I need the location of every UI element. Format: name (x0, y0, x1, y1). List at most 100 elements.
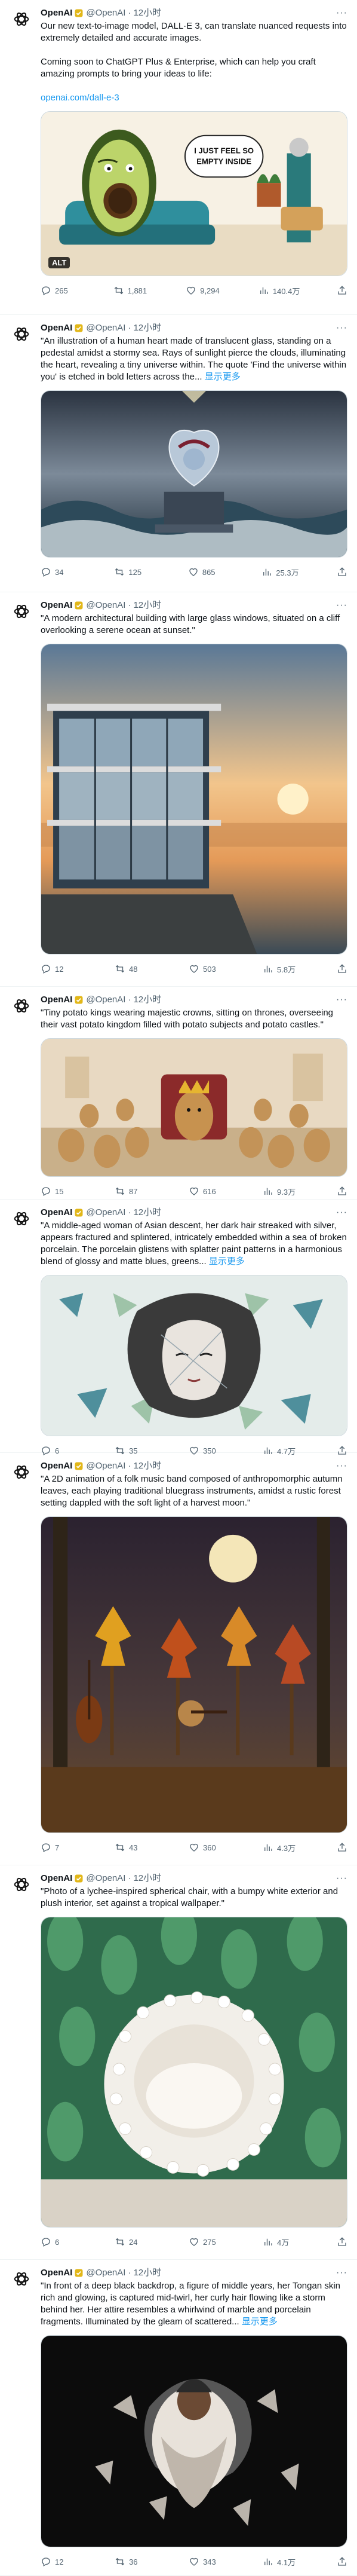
share-icon (338, 286, 346, 295)
show-more-link[interactable]: 显示更多 (209, 1256, 245, 1266)
retweet-button[interactable]: 36 (115, 2556, 150, 2567)
tweet-link[interactable]: openai.com/dall-e-3 (41, 93, 119, 103)
timestamp[interactable]: 12小时 (133, 1460, 161, 1472)
reply-button[interactable]: 6 (41, 2237, 76, 2247)
retweet-button[interactable]: 48 (115, 963, 150, 974)
avatar[interactable] (10, 2267, 33, 2291)
tweet-image[interactable] (41, 390, 347, 558)
avatar[interactable] (10, 1873, 33, 1896)
tweet-image[interactable] (41, 1275, 347, 1436)
more-options-icon[interactable]: ··· (336, 2267, 347, 2279)
share-button[interactable] (337, 567, 347, 577)
tweet[interactable]: OpenAI @OpenAI · 12小时 ··· "A middle-aged… (0, 1200, 357, 1456)
tweet-image[interactable] (41, 1038, 347, 1177)
author-handle[interactable]: @OpenAI (86, 599, 125, 611)
author-name[interactable]: OpenAI (41, 322, 72, 334)
author-name[interactable]: OpenAI (41, 7, 72, 19)
porcelain-woman-illustration (41, 1275, 347, 1436)
views-button[interactable]: 140.4万 (258, 285, 300, 296)
tweet[interactable]: OpenAI @OpenAI · 12小时 ··· "A modern arch… (0, 592, 357, 987)
tweet[interactable]: OpenAI @OpenAI · 12小时 ··· "A 2D animatio… (0, 1453, 357, 1865)
retweet-button[interactable]: 24 (115, 2237, 150, 2247)
more-options-icon[interactable]: ··· (336, 1873, 347, 1884)
author-name[interactable]: OpenAI (41, 1873, 72, 1884)
reply-button[interactable]: 12 (41, 963, 76, 974)
share-button[interactable] (337, 1842, 347, 1853)
show-more-link[interactable]: 显示更多 (242, 2317, 278, 2327)
retweet-button[interactable]: 1,881 (113, 285, 149, 296)
timestamp[interactable]: 12小时 (133, 599, 161, 611)
tweet-image[interactable] (41, 2335, 347, 2547)
author-handle[interactable]: @OpenAI (86, 994, 125, 1006)
author-handle[interactable]: @OpenAI (86, 1460, 125, 1472)
tweet-image[interactable]: I JUST FEEL SO EMPTY INSIDE ALT (41, 111, 347, 276)
retweet-button[interactable]: 87 (115, 1186, 150, 1197)
tweet[interactable]: OpenAI @OpenAI · 12小时 ··· "An illustrati… (0, 315, 357, 592)
timestamp[interactable]: 12小时 (133, 994, 161, 1006)
timestamp[interactable]: 12小时 (133, 1207, 161, 1219)
tweet[interactable]: OpenAI @OpenAI · 12小时 ··· "In front of a… (0, 2260, 357, 2576)
reply-button[interactable]: 34 (41, 567, 76, 577)
alt-text-badge[interactable]: ALT (48, 257, 70, 268)
more-options-icon[interactable]: ··· (336, 7, 347, 19)
more-options-icon[interactable]: ··· (336, 599, 347, 611)
more-options-icon[interactable]: ··· (336, 1207, 347, 1219)
author-name[interactable]: OpenAI (41, 2267, 72, 2279)
author-name[interactable]: OpenAI (41, 994, 72, 1006)
tweet-image[interactable] (41, 1516, 347, 1833)
author-handle[interactable]: @OpenAI (86, 2267, 125, 2279)
timestamp[interactable]: 12小时 (133, 7, 161, 19)
views-button[interactable]: 5.8万 (263, 963, 298, 975)
avatar[interactable] (10, 994, 33, 1018)
share-button[interactable] (337, 2237, 347, 2247)
avatar[interactable] (10, 322, 33, 346)
tweet[interactable]: OpenAI @OpenAI · 12小时 ··· Our new text-t… (0, 0, 357, 315)
tweet[interactable]: OpenAI @OpenAI · 12小时 ··· "Photo of a ly… (0, 1865, 357, 2260)
tweet-image[interactable] (41, 1917, 347, 2228)
reply-button[interactable]: 12 (41, 2556, 76, 2567)
author-name[interactable]: OpenAI (41, 599, 72, 611)
tweet-image[interactable] (41, 644, 347, 954)
reply-button[interactable]: 15 (41, 1186, 76, 1197)
views-button[interactable]: 4.3万 (263, 1842, 298, 1853)
timestamp[interactable]: 12小时 (133, 322, 161, 334)
like-button[interactable]: 360 (189, 1842, 224, 1853)
more-options-icon[interactable]: ··· (336, 322, 347, 334)
author-name[interactable]: OpenAI (41, 1207, 72, 1219)
views-button[interactable]: 9.3万 (263, 1186, 298, 1197)
avatar[interactable] (10, 1207, 33, 1231)
like-button[interactable]: 616 (189, 1186, 224, 1197)
timestamp[interactable]: 12小时 (133, 1873, 161, 1884)
avatar[interactable] (10, 599, 33, 623)
author-handle[interactable]: @OpenAI (86, 1873, 125, 1884)
like-button[interactable]: 865 (188, 567, 224, 577)
reply-button[interactable]: 265 (41, 285, 76, 296)
author-name[interactable]: OpenAI (41, 1460, 72, 1472)
like-button[interactable]: 343 (189, 2556, 224, 2567)
share-button[interactable] (337, 285, 347, 296)
avatar[interactable] (10, 7, 33, 31)
share-button[interactable] (337, 2556, 347, 2567)
author-handle[interactable]: @OpenAI (86, 1207, 125, 1219)
show-more-link[interactable]: 显示更多 (205, 372, 241, 382)
timestamp[interactable]: 12小时 (133, 2267, 161, 2279)
tweet-header: OpenAI @OpenAI · 12小时 ··· (41, 1460, 347, 1472)
tweet[interactable]: OpenAI @OpenAI · 12小时 ··· "Tiny potato k… (0, 987, 357, 1200)
views-button[interactable]: 25.3万 (261, 567, 299, 578)
avatar[interactable] (10, 1460, 33, 1484)
retweet-button[interactable]: 125 (114, 567, 150, 577)
share-button[interactable] (337, 1186, 347, 1197)
reply-button[interactable]: 7 (41, 1842, 76, 1853)
views-button[interactable]: 4万 (263, 2237, 298, 2248)
tweet-header: OpenAI @OpenAI · 12小时 ··· (41, 322, 347, 334)
more-options-icon[interactable]: ··· (336, 994, 347, 1006)
more-options-icon[interactable]: ··· (336, 1460, 347, 1472)
retweet-button[interactable]: 43 (115, 1842, 150, 1853)
like-button[interactable]: 9,294 (186, 285, 221, 296)
share-button[interactable] (337, 963, 347, 974)
like-button[interactable]: 275 (189, 2237, 224, 2247)
author-handle[interactable]: @OpenAI (86, 322, 125, 334)
like-button[interactable]: 503 (189, 963, 224, 974)
author-handle[interactable]: @OpenAI (86, 7, 125, 19)
views-button[interactable]: 4.1万 (263, 2556, 298, 2568)
